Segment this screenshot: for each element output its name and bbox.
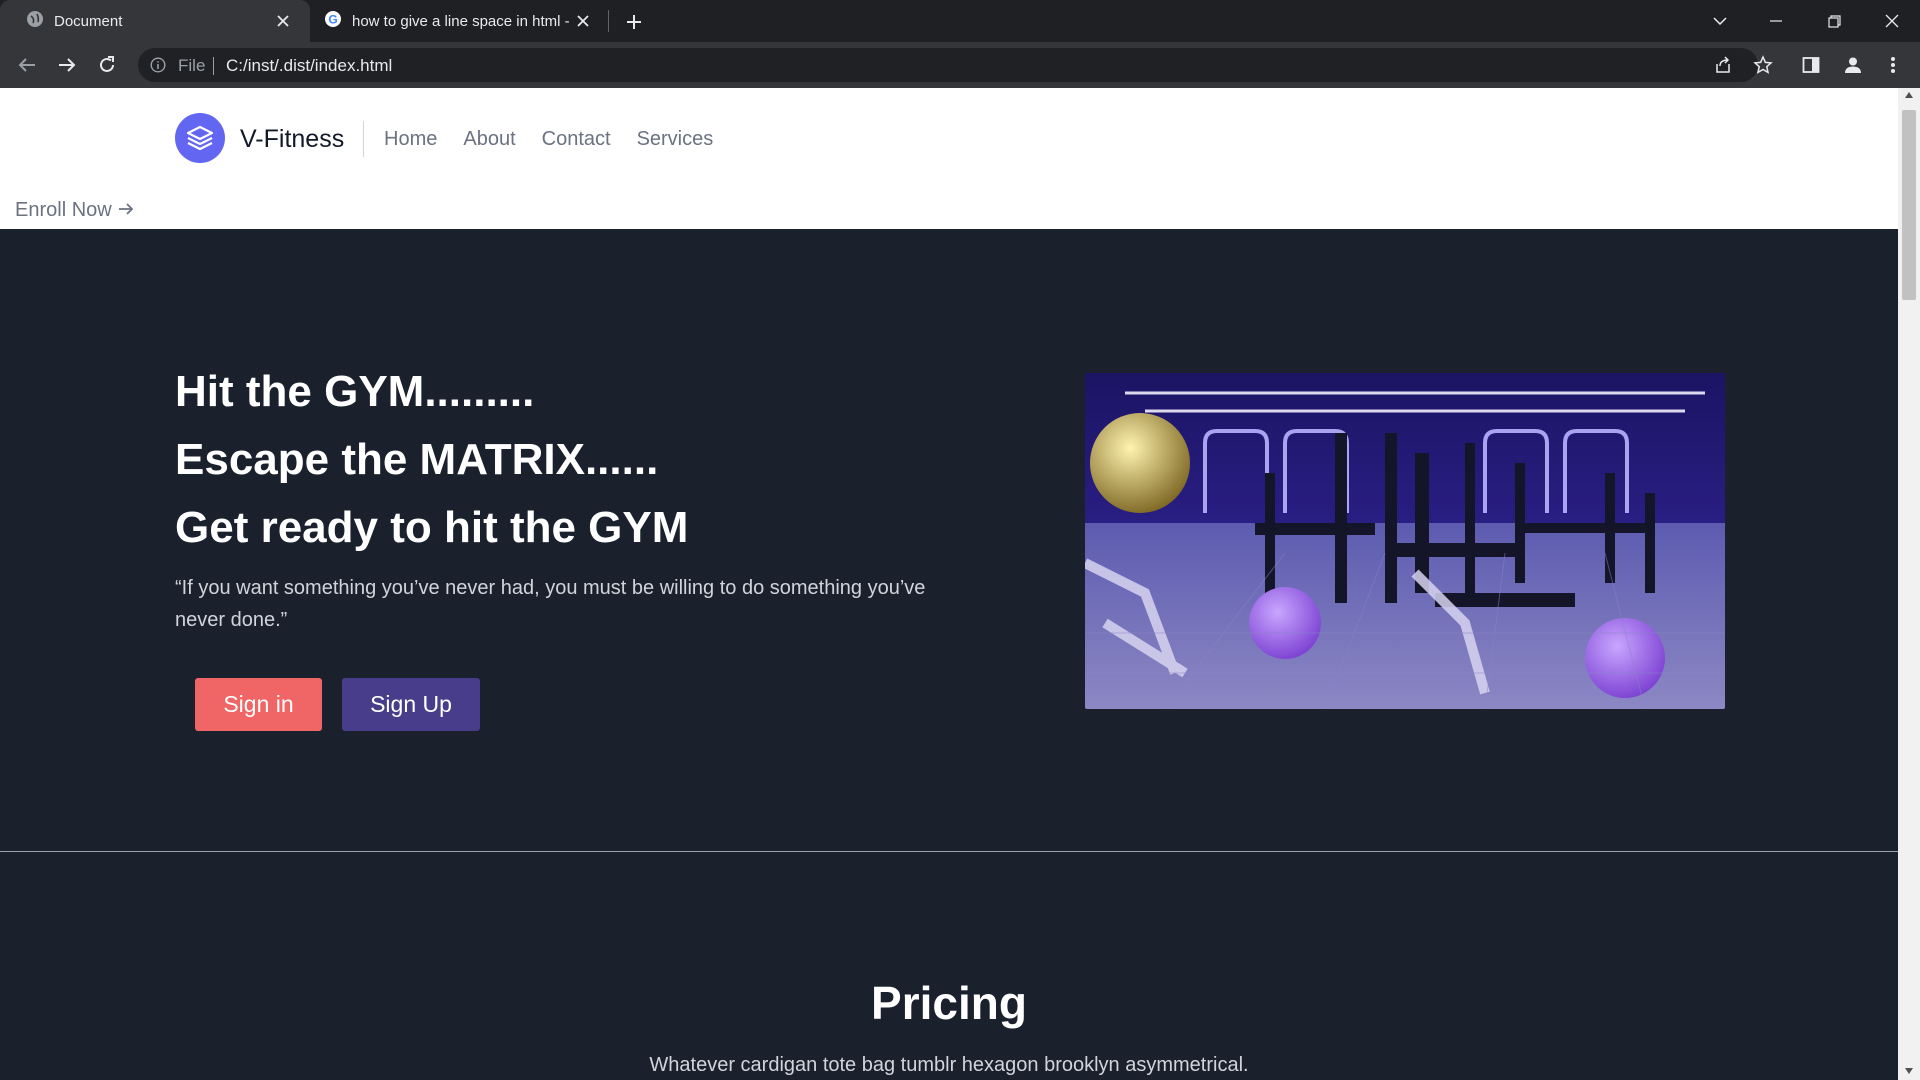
hero-line-3: Get ready to hit the GYM [175, 503, 689, 552]
arrow-right-icon [118, 199, 134, 222]
tab-google-search[interactable]: G how to give a line space in html - [310, 0, 610, 42]
address-bar[interactable]: File C:/inst/.dist/index.html [138, 48, 1758, 82]
enroll-now-label: Enroll Now [15, 199, 112, 221]
url-text[interactable]: C:/inst/.dist/index.html [226, 56, 392, 76]
layers-logo-icon[interactable] [175, 113, 225, 163]
tab-search-chevron-icon[interactable] [1692, 0, 1748, 42]
address-divider [213, 57, 214, 75]
back-arrow-icon[interactable] [12, 50, 42, 80]
side-panel-icon[interactable] [1796, 50, 1826, 80]
hero-line-2: Escape the MATRIX...... [175, 435, 659, 484]
tab-document[interactable]: Document [0, 0, 310, 42]
browser-tab-strip: Document G how to give a line space in h… [0, 0, 1920, 42]
tab-title: Document [54, 12, 123, 30]
page-scrollbar[interactable] [1898, 88, 1920, 1080]
main-nav: Home About Contact Services [384, 128, 713, 151]
scroll-up-arrow-icon[interactable] [1905, 92, 1913, 98]
close-tab-icon[interactable] [570, 8, 596, 34]
pricing-subtitle: Whatever cardigan tote bag tumblr hexago… [649, 1054, 1249, 1076]
pricing-title: Pricing [871, 977, 1027, 1029]
section-divider [0, 851, 1898, 852]
nav-home[interactable]: Home [384, 128, 437, 151]
minimize-icon[interactable] [1748, 0, 1804, 42]
nav-divider [363, 121, 364, 157]
close-window-icon[interactable] [1864, 0, 1920, 42]
globe-icon [26, 10, 44, 33]
restore-icon[interactable] [1806, 0, 1862, 42]
close-tab-icon[interactable] [270, 8, 296, 34]
reload-icon[interactable] [92, 50, 122, 80]
forward-arrow-icon[interactable] [52, 50, 82, 80]
menu-kebab-icon[interactable] [1878, 50, 1908, 80]
brand-name[interactable]: V-Fitness [240, 125, 344, 154]
new-tab-plus-icon[interactable] [618, 6, 650, 38]
google-icon: G [324, 10, 342, 33]
scroll-thumb[interactable] [1902, 110, 1916, 300]
tab-title: how to give a line space in html - [352, 12, 570, 30]
hero-quote: “If you want something you’ve never had,… [175, 577, 926, 631]
site-header: V-Fitness Home About Contact Services En… [0, 88, 1898, 229]
enroll-now-button[interactable]: Enroll Now [15, 199, 134, 222]
sign-in-button[interactable]: Sign in [195, 678, 322, 731]
nav-services[interactable]: Services [637, 128, 714, 151]
hero-line-1: Hit the GYM......... [175, 367, 535, 416]
hero-heading: Hit the GYM......... Escape the MATRIX..… [175, 358, 688, 562]
gym-hero-image [1085, 373, 1725, 709]
tab-divider [608, 10, 609, 32]
profile-icon[interactable] [1838, 50, 1868, 80]
scroll-down-arrow-icon[interactable] [1905, 1068, 1913, 1074]
svg-text:G: G [328, 12, 337, 26]
nav-contact[interactable]: Contact [542, 128, 611, 151]
share-icon[interactable] [1708, 50, 1738, 80]
page-viewport: V-Fitness Home About Contact Services En… [0, 88, 1898, 1080]
nav-about[interactable]: About [463, 128, 515, 151]
file-scheme-label: File [178, 56, 206, 75]
sign-up-button[interactable]: Sign Up [342, 678, 480, 731]
info-icon[interactable] [150, 57, 166, 78]
browser-toolbar: File C:/inst/.dist/index.html [0, 42, 1920, 88]
bookmark-star-icon[interactable] [1748, 50, 1778, 80]
